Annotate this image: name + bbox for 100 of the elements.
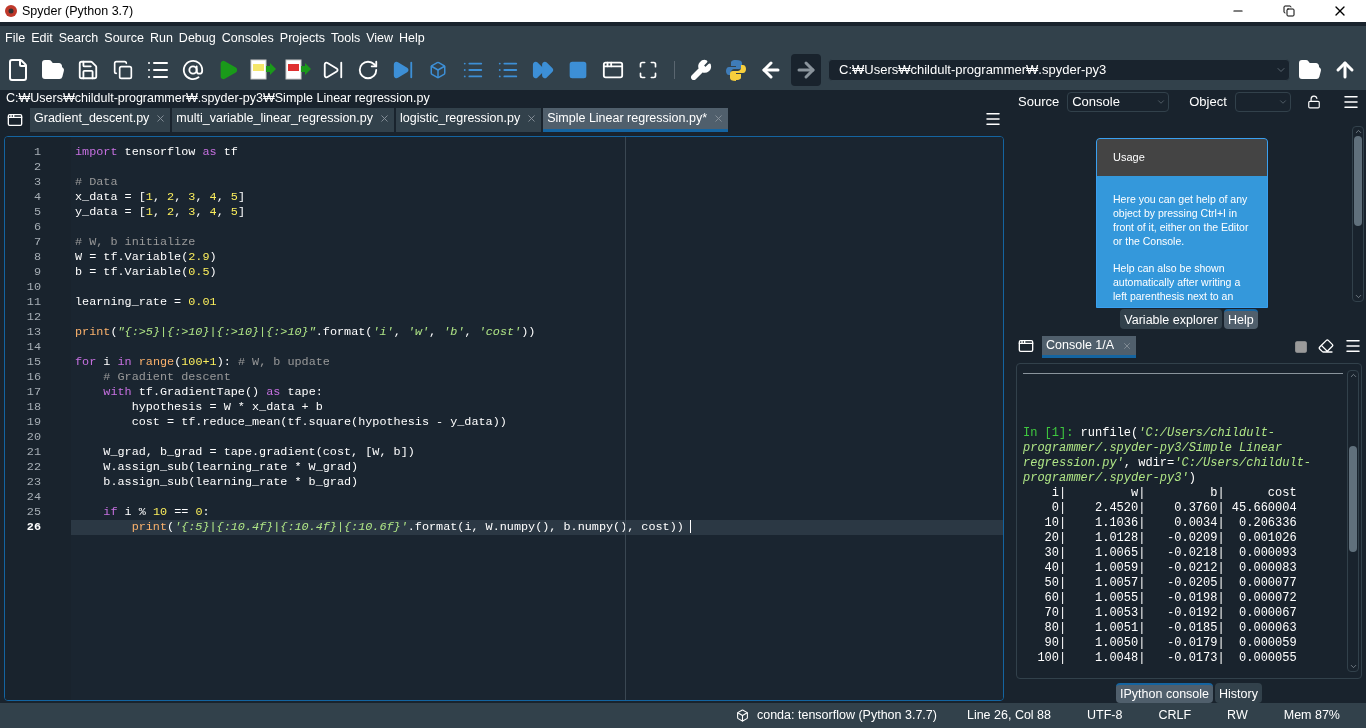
browse-tabs-icon[interactable] xyxy=(7,112,23,128)
lock-open-icon[interactable] xyxy=(1306,95,1321,109)
menu-item[interactable]: View xyxy=(363,28,397,48)
menu-item[interactable]: Consoles xyxy=(218,28,277,48)
console-command: In [1]: runfile('C:/Users/childult-programmer/.spyder-py3/Simple Linear regression.py', wdir='C:/Users/childult-programmer/.spyder-py3') xyxy=(1023,426,1313,486)
line-number: 18 xyxy=(25,400,42,415)
line-number: 24 xyxy=(25,490,42,505)
menu-icon[interactable] xyxy=(1342,93,1360,111)
spyder-logo-icon xyxy=(4,4,18,18)
code-line: # Gradient descent xyxy=(102,370,231,384)
pane-tab[interactable]: Variable explorer xyxy=(1120,309,1222,329)
line-number: 22 xyxy=(25,460,42,475)
menu-item[interactable]: File xyxy=(2,28,29,48)
eraser-icon[interactable] xyxy=(1318,338,1334,354)
code-line: if i % 10 == 0: xyxy=(102,505,210,519)
pane-tab[interactable]: History xyxy=(1215,683,1262,703)
menu-item[interactable]: Source xyxy=(101,28,147,48)
menu-item[interactable]: Run xyxy=(146,28,176,48)
line-number: 9 xyxy=(32,265,42,280)
source-combo-box[interactable]: Console xyxy=(1067,92,1170,112)
path-combo-box[interactable]: C:₩Users₩childult-programmer₩.spyder-py3 xyxy=(828,59,1290,81)
line-number: 16 xyxy=(25,370,42,385)
menu-item[interactable]: Projects xyxy=(276,28,328,48)
code-line: W_grad, b_grad = tape.gradient(cost, [W, b]) xyxy=(102,445,415,459)
console-line: 60| 1.0055| -0.0198| 0.000072 xyxy=(1043,591,1298,606)
status-memory: Mem 87% xyxy=(1283,707,1340,725)
console-line: 20| 1.0128| -0.0209| 0.001026 xyxy=(1043,531,1298,546)
source-label: Source xyxy=(1018,93,1060,112)
line-number: 11 xyxy=(25,295,42,310)
line-number: 8 xyxy=(32,250,42,265)
code-line: hypothesis = W * x_data + b xyxy=(130,400,323,414)
restore-icon[interactable] xyxy=(1283,5,1295,17)
scrollbar-thumb[interactable] xyxy=(1349,446,1357,552)
line-number: 20 xyxy=(25,430,42,445)
status-permissions: RW xyxy=(1227,707,1248,725)
status-environment: conda: tensorflow (Python 3.7.7) xyxy=(756,707,937,725)
line-number: 17 xyxy=(25,385,42,400)
line-number: 25 xyxy=(25,505,42,520)
pane-tab[interactable]: IPython console xyxy=(1116,683,1213,703)
menu-item[interactable]: Help xyxy=(396,28,428,48)
pane-tab[interactable]: Help xyxy=(1223,309,1258,329)
stop-icon[interactable] xyxy=(1294,340,1308,354)
code-line: cost = tf.reduce_mean(tf.square(hypothesis - y_data)) xyxy=(130,415,507,429)
menu-icon[interactable] xyxy=(984,110,1002,128)
menu-item[interactable]: Tools xyxy=(328,28,364,48)
editor-tab[interactable]: Simple Linear regression.py* xyxy=(543,108,728,132)
menu-item[interactable]: Search xyxy=(55,28,102,48)
code-line: b.assign_sub(learning_rate * b_grad) xyxy=(102,475,359,489)
menu-item[interactable]: Debug xyxy=(175,28,219,48)
line-number: 12 xyxy=(25,310,42,325)
browse-tabs-icon[interactable] xyxy=(1018,338,1034,354)
code-line: x_data = [1, 2, 3, 4, 5] xyxy=(75,190,246,204)
console-output[interactable] xyxy=(1016,363,1362,679)
code-line: W.assign_sub(learning_rate * W_grad) xyxy=(102,460,359,474)
line-number: 4 xyxy=(32,190,42,205)
code-line: learning_rate = 0.01 xyxy=(75,295,217,309)
scroll-down-icon[interactable] xyxy=(1348,662,1358,671)
line-number: 15 xyxy=(25,355,42,370)
scroll-down-icon[interactable] xyxy=(1353,292,1363,301)
console-line: 10| 1.1036| 0.0034| 0.206336 xyxy=(1043,516,1298,531)
console-line: 100| 1.0048| -0.0173| 0.000055 xyxy=(1036,651,1298,666)
console-line: 90| 1.0050| -0.0179| 0.000059 xyxy=(1043,636,1298,651)
editor-tab[interactable]: multi_variable_linear_regression.py xyxy=(172,108,394,132)
menu-icon[interactable] xyxy=(1344,337,1362,355)
scroll-up-icon[interactable] xyxy=(1353,127,1363,136)
console-line: 50| 1.0057| -0.0205| 0.000077 xyxy=(1043,576,1298,591)
scrollbar-thumb[interactable] xyxy=(1354,136,1362,226)
console-line: i| w| b| cost xyxy=(1050,486,1298,501)
line-number: 21 xyxy=(25,445,42,460)
line-number: 19 xyxy=(25,415,42,430)
console-line: 30| 1.0065| -0.0218| 0.000093 xyxy=(1043,546,1298,561)
card-title: Usage xyxy=(1097,139,1267,176)
scrollbar[interactable] xyxy=(1352,126,1364,302)
line-number: 1 xyxy=(32,145,42,160)
line-number: 5 xyxy=(32,205,42,220)
code-line: import tensorflow as tf xyxy=(75,145,238,159)
object-label: Object xyxy=(1189,93,1227,112)
code-editor[interactable] xyxy=(4,136,1004,701)
text-cursor xyxy=(689,520,691,534)
line-number: 13 xyxy=(25,325,42,340)
status-position: Line 26, Col 88 xyxy=(966,707,1052,725)
file-path: C:₩Users₩childult-programmer₩.spyder-py3₩Simple Linear regression.py xyxy=(5,90,431,106)
status-encoding: UTF-8 xyxy=(1087,707,1123,725)
code-line: # Data xyxy=(75,175,118,189)
code-line: y_data = [1, 2, 3, 4, 5] xyxy=(75,205,246,219)
editor-tab[interactable]: logistic_regression.py xyxy=(396,108,542,132)
line-number: 2 xyxy=(32,160,42,175)
line-number: 6 xyxy=(32,220,42,235)
help-paragraph: Here you can get help of any object by pressing Ctrl+I in front of it, either on the Editor or the Console. xyxy=(1113,192,1250,248)
window-title: Spyder (Python 3.7) xyxy=(22,2,134,20)
scrollbar[interactable] xyxy=(1347,370,1359,672)
menu-item[interactable]: Edit xyxy=(28,28,56,48)
line-number: 3 xyxy=(32,175,42,190)
line-number: 7 xyxy=(32,235,42,250)
dropdown-caret-icon xyxy=(1277,97,1288,107)
editor-tab[interactable]: Gradient_descent.py xyxy=(30,108,171,132)
line-number: 14 xyxy=(25,340,42,355)
forward-button[interactable] xyxy=(791,54,821,86)
console-tab[interactable]: Console 1/A xyxy=(1042,336,1137,358)
scroll-up-icon[interactable] xyxy=(1348,371,1358,380)
